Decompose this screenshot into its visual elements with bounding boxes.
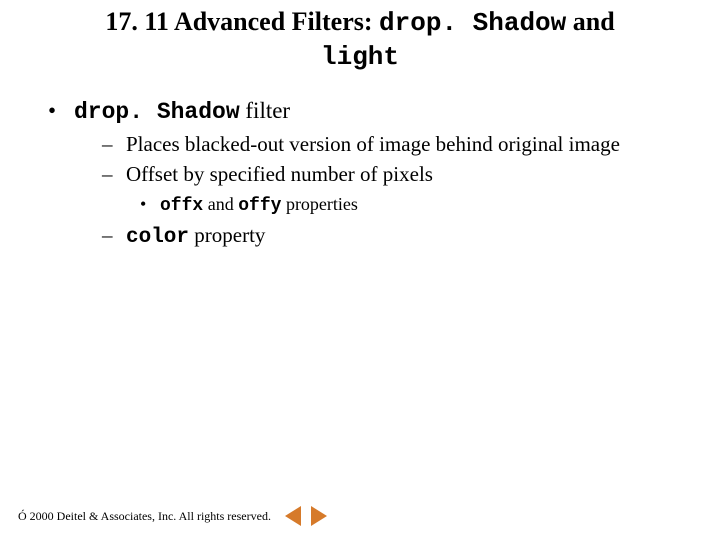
title-prefix: 17. 11 Advanced Filters: [105,7,379,36]
slide-title: 17. 11 Advanced Filters: drop. Shadow an… [50,6,670,73]
l3-mid: and [203,194,238,214]
bullet-level-1: drop. Shadow filter [48,98,680,125]
l1-rest: filter [240,98,290,123]
bullet-level-2: Offset by specified number of pixels [48,161,680,187]
l1-code: drop. Shadow [74,99,240,125]
l2b-text: Offset by specified number of pixels [126,162,433,186]
l3-code-1: offx [160,196,203,216]
copyright-text: Ó 2000 Deitel & Associates, Inc. All rig… [18,509,271,524]
footer: Ó 2000 Deitel & Associates, Inc. All rig… [18,506,327,526]
slide: 17. 11 Advanced Filters: drop. Shadow an… [0,0,720,540]
l3-rest: properties [281,194,357,214]
l2a-text: Places blacked-out version of image behi… [126,132,620,156]
title-mid: and [566,7,614,36]
nav-arrows [285,506,327,526]
l2c-code: color [126,226,189,249]
bullet-level-2: Places blacked-out version of image behi… [48,131,680,157]
title-code-1: drop. Shadow [379,8,566,38]
slide-body: drop. Shadow filter Places blacked-out v… [48,90,680,253]
l3-code-2: offy [238,196,281,216]
next-arrow-icon[interactable] [311,506,327,526]
bullet-level-2: color property [48,222,680,251]
title-code-2: light [321,42,399,72]
prev-arrow-icon[interactable] [285,506,301,526]
bullet-level-3: offx and offy properties [48,194,680,216]
l2c-rest: property [189,223,265,247]
